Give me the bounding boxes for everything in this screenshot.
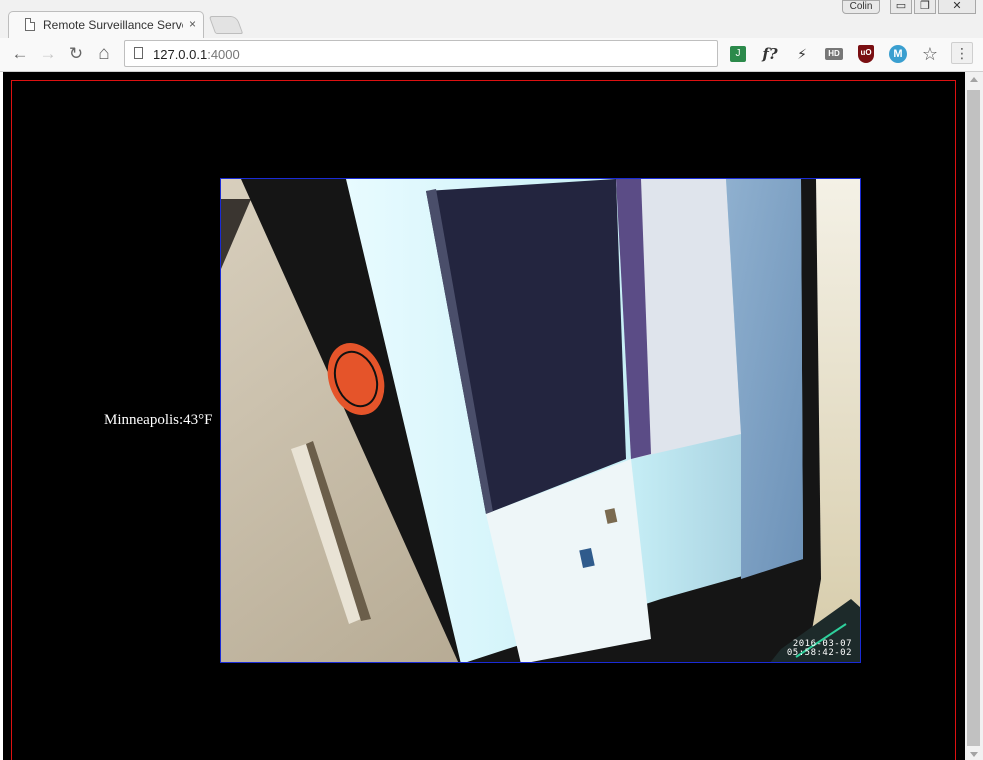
restore-button[interactable]: ❐ bbox=[914, 0, 936, 14]
minimize-button[interactable]: ▭ bbox=[890, 0, 912, 14]
profile-button[interactable]: Colin bbox=[842, 0, 880, 14]
scroll-up-icon[interactable] bbox=[970, 77, 978, 82]
camera-timestamp: 2016-03-07 05:58:42-02 bbox=[787, 640, 852, 658]
tab-title: Remote Surveillance Serve bbox=[43, 18, 183, 32]
m-extension-glyph: M bbox=[889, 45, 907, 63]
scroll-down-icon[interactable] bbox=[970, 752, 978, 757]
browser-toolbar: ← → ↻ ⌂ 127.0.0.1:4000 J f? ⚡ HD uO M ☆ … bbox=[0, 38, 983, 72]
page-background: Minneapolis:43°F 2016-03-07 05:58:42-02 bbox=[3, 72, 965, 760]
url-port: :4000 bbox=[207, 47, 240, 62]
home-button[interactable]: ⌂ bbox=[93, 43, 115, 65]
bolt-icon[interactable]: ⚡ bbox=[791, 43, 813, 65]
ublock-icon[interactable]: uO bbox=[855, 43, 877, 65]
browser-tab[interactable]: Remote Surveillance Serve × bbox=[8, 11, 204, 38]
address-bar[interactable]: 127.0.0.1:4000 bbox=[124, 40, 718, 67]
url-host: 127.0.0.1 bbox=[153, 47, 208, 62]
hd-glyph: HD bbox=[825, 48, 843, 60]
timestamp-time: 05:58:42-02 bbox=[786, 648, 852, 658]
reload-button[interactable]: ↻ bbox=[65, 43, 87, 65]
title-bar: Remote Surveillance Serve × Colin ▭ ❐ ✕ bbox=[0, 0, 983, 38]
weather-label: Minneapolis:43°F bbox=[104, 412, 213, 428]
camera-feed: 2016-03-07 05:58:42-02 bbox=[220, 178, 861, 663]
page-viewport: Minneapolis:43°F 2016-03-07 05:58:42-02 bbox=[0, 72, 965, 760]
forward-button[interactable]: → bbox=[37, 43, 59, 65]
scrollbar-thumb[interactable] bbox=[967, 90, 980, 746]
url-text[interactable]: 127.0.0.1:4000 bbox=[153, 47, 240, 62]
page-info-icon[interactable] bbox=[134, 47, 143, 59]
tab-close-icon[interactable]: × bbox=[189, 17, 196, 31]
page-icon bbox=[25, 18, 35, 31]
green-extension-icon[interactable]: J bbox=[727, 43, 749, 65]
camera-image bbox=[221, 179, 860, 662]
browser-menu-button[interactable]: ⋮ bbox=[951, 42, 973, 64]
m-extension-icon[interactable]: M bbox=[887, 43, 909, 65]
vertical-scrollbar[interactable] bbox=[965, 72, 983, 760]
green-extension-glyph: J bbox=[730, 46, 746, 62]
bookmark-star-icon[interactable]: ☆ bbox=[919, 43, 941, 65]
close-window-button[interactable]: ✕ bbox=[938, 0, 976, 14]
new-tab-button[interactable] bbox=[208, 16, 244, 34]
hd-icon[interactable]: HD bbox=[823, 43, 845, 65]
back-button[interactable]: ← bbox=[9, 43, 31, 65]
ublock-glyph: uO bbox=[858, 45, 874, 63]
font-finder-icon[interactable]: f? bbox=[759, 43, 781, 65]
